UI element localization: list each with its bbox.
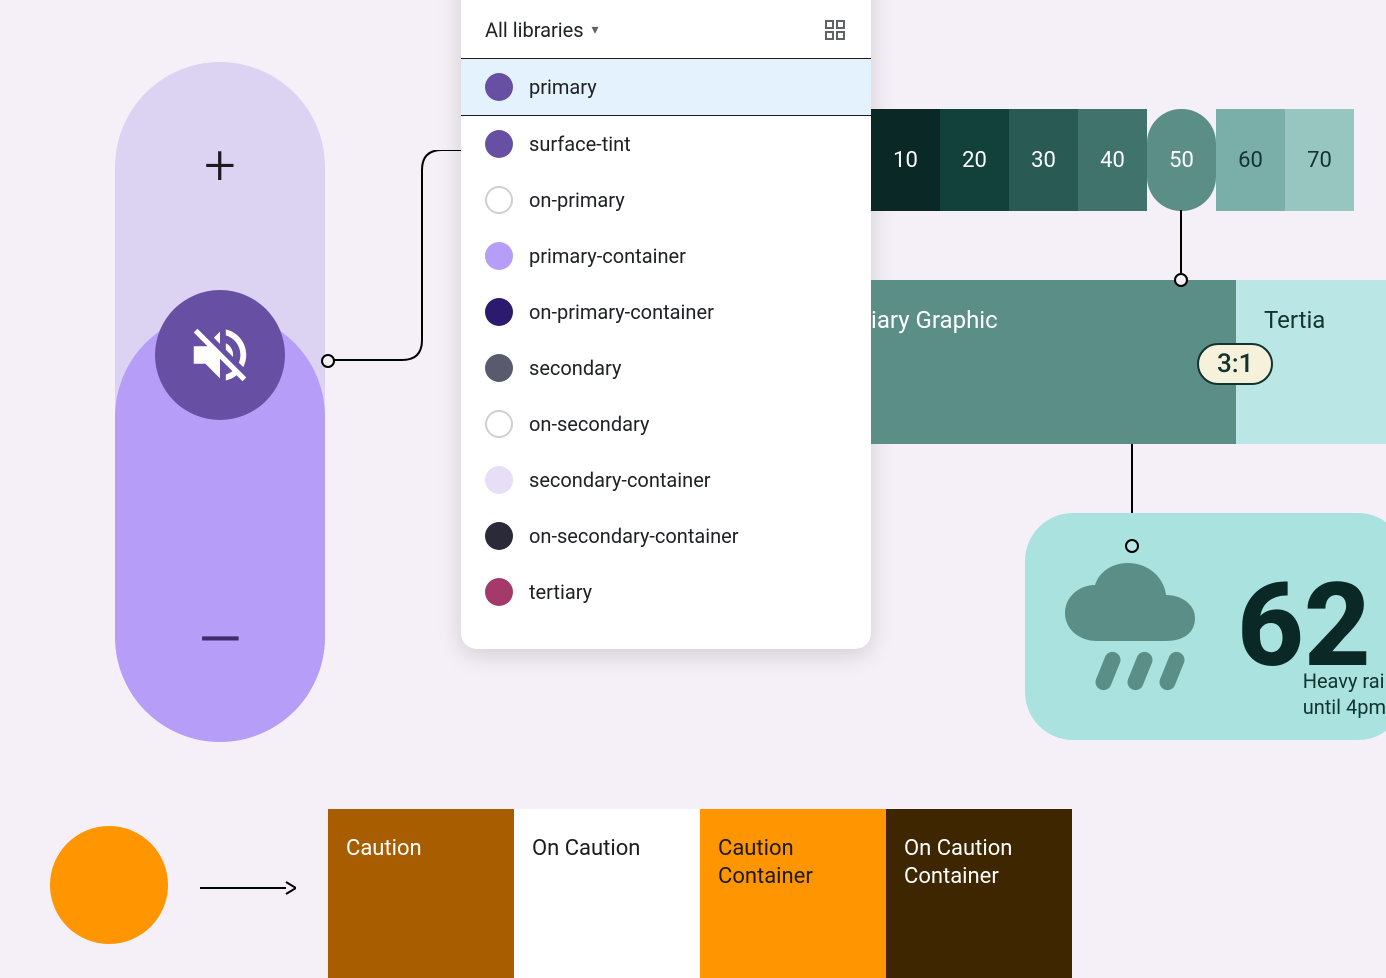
connector-anchor <box>1174 273 1188 287</box>
connector-anchor <box>321 354 335 368</box>
color-swatch <box>485 354 513 382</box>
caution-cell: On Caution <box>514 809 700 978</box>
color-picker-panel: All libraries ▾ primary surface-tint on-pr… <box>461 0 871 649</box>
tonal-step-60[interactable]: 60 <box>1216 109 1285 211</box>
color-item-primary-container[interactable]: primary-container <box>461 228 871 284</box>
tonal-step-40[interactable]: 40 <box>1078 109 1147 211</box>
color-item-on-secondary-container[interactable]: on-secondary-container <box>461 508 871 564</box>
mute-button[interactable] <box>155 290 285 420</box>
tonal-step-10[interactable]: 10 <box>871 109 940 211</box>
color-label: on-primary-container <box>529 300 714 324</box>
color-list: primary surface-tint on-primary primary-con… <box>461 58 871 620</box>
tonal-step-50[interactable]: 50 <box>1147 109 1216 211</box>
color-label: secondary-container <box>529 468 711 492</box>
color-item-tertiary[interactable]: tertiary <box>461 564 871 620</box>
volume-plus-icon[interactable]: + <box>204 132 236 198</box>
color-swatch <box>485 578 513 606</box>
volume-minus-icon[interactable]: — <box>198 606 242 672</box>
chevron-down-icon: ▾ <box>592 22 599 38</box>
tertiary-graphic-left: iary Graphic <box>871 280 1236 444</box>
color-swatch <box>485 73 513 101</box>
tertiary-graphic-row: iary Graphic Tertia <box>871 280 1386 444</box>
grid-view-icon[interactable] <box>823 18 847 42</box>
caution-cell: On Caution Container <box>886 809 1072 978</box>
color-swatch <box>485 522 513 550</box>
tonal-step-30[interactable]: 30 <box>1009 109 1078 211</box>
color-swatch <box>485 466 513 494</box>
color-item-secondary-container[interactable]: secondary-container <box>461 452 871 508</box>
color-label: secondary <box>529 356 621 380</box>
volume-slider[interactable]: + — <box>115 62 325 742</box>
weather-icon-group <box>1065 563 1215 691</box>
color-item-surface-tint[interactable]: surface-tint <box>461 116 871 172</box>
color-item-on-secondary[interactable]: on-secondary <box>461 396 871 452</box>
caution-color-source <box>50 826 168 944</box>
libraries-label: All libraries <box>485 18 584 42</box>
volume-off-icon <box>185 320 255 390</box>
color-item-on-primary[interactable]: on-primary <box>461 172 871 228</box>
color-swatch <box>485 410 513 438</box>
tonal-step-70[interactable]: 70 <box>1285 109 1354 211</box>
color-label: on-primary <box>529 188 625 212</box>
libraries-dropdown[interactable]: All libraries ▾ <box>485 18 599 42</box>
arrow-icon <box>200 878 296 898</box>
color-item-on-primary-container[interactable]: on-primary-container <box>461 284 871 340</box>
caution-color-row: CautionOn CautionCaution ContainerOn Cau… <box>328 809 1072 978</box>
connector-line <box>322 150 467 370</box>
caution-cell: Caution Container <box>700 809 886 978</box>
color-swatch <box>485 298 513 326</box>
color-item-secondary[interactable]: secondary <box>461 340 871 396</box>
caution-cell: Caution <box>328 809 514 978</box>
color-swatch <box>485 130 513 158</box>
color-swatch <box>485 242 513 270</box>
connector-anchor <box>1125 539 1139 553</box>
color-label: surface-tint <box>529 132 631 156</box>
contrast-ratio-badge: 3:1 <box>1197 343 1273 385</box>
rain-icon <box>1100 651 1180 691</box>
tonal-palette: 10203040506070 <box>871 109 1354 211</box>
color-item-primary[interactable]: primary <box>461 58 871 116</box>
temperature-value: 62 <box>1237 574 1371 678</box>
color-swatch <box>485 186 513 214</box>
color-label: on-secondary <box>529 412 649 436</box>
cloud-icon <box>1065 563 1215 641</box>
color-label: on-secondary-container <box>529 524 739 548</box>
color-label: tertiary <box>529 580 592 604</box>
weather-card: 62 Heavy raiuntil 4pm <box>1025 513 1386 740</box>
color-label: primary-container <box>529 244 686 268</box>
tonal-step-20[interactable]: 20 <box>940 109 1009 211</box>
libraries-row: All libraries ▾ <box>461 0 871 58</box>
connector-line <box>1180 210 1182 278</box>
color-label: primary <box>529 75 597 99</box>
forecast-text: Heavy raiuntil 4pm <box>1303 668 1386 720</box>
